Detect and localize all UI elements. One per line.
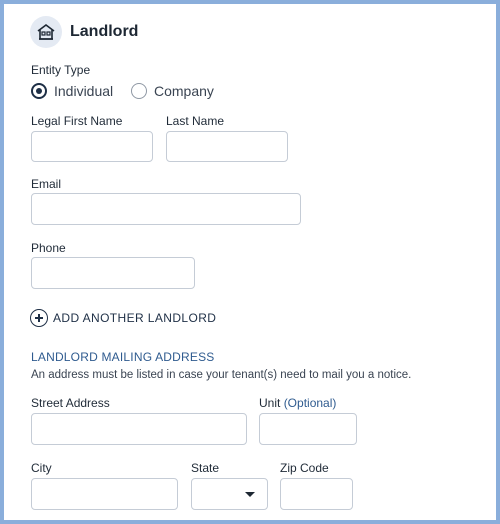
state-label: State [191, 461, 220, 475]
unit-label: Unit (Optional) [259, 396, 336, 410]
unit-label-text: Unit [259, 396, 281, 410]
phone-input[interactable] [31, 257, 195, 289]
radio-company-label[interactable]: Company [154, 83, 214, 99]
city-input[interactable] [31, 478, 178, 510]
unit-input[interactable] [259, 413, 357, 445]
mailing-address-description: An address must be listed in case your t… [31, 369, 412, 381]
mailing-address-heading: LANDLORD MAILING ADDRESS [31, 350, 215, 364]
radio-company[interactable] [131, 83, 147, 99]
last-name-label: Last Name [166, 114, 225, 128]
form-panel: Landlord Entity Type Individual Company … [0, 0, 500, 524]
zip-code-label: Zip Code [280, 461, 329, 475]
city-label: City [31, 461, 52, 475]
last-name-input[interactable] [166, 131, 288, 162]
add-another-landlord-label: ADD ANOTHER LANDLORD [53, 311, 217, 325]
first-name-input[interactable] [31, 131, 153, 162]
first-name-label: Legal First Name [31, 114, 123, 128]
section-title-landlord: Landlord [70, 23, 139, 40]
state-select[interactable] [191, 478, 268, 510]
email-input[interactable] [31, 193, 301, 225]
entity-type-label: Entity Type [31, 63, 91, 77]
plus-circle-icon [30, 309, 48, 327]
phone-label: Phone [31, 241, 66, 255]
house-icon [30, 16, 62, 48]
radio-individual-label[interactable]: Individual [54, 83, 113, 99]
street-address-label: Street Address [31, 396, 110, 410]
optional-tag: (Optional) [283, 396, 337, 410]
radio-individual[interactable] [31, 83, 47, 99]
zip-code-input[interactable] [280, 478, 353, 510]
street-address-input[interactable] [31, 413, 247, 445]
add-another-landlord-button[interactable]: ADD ANOTHER LANDLORD [30, 309, 216, 327]
chevron-down-icon [245, 492, 255, 497]
email-label: Email [31, 177, 62, 191]
